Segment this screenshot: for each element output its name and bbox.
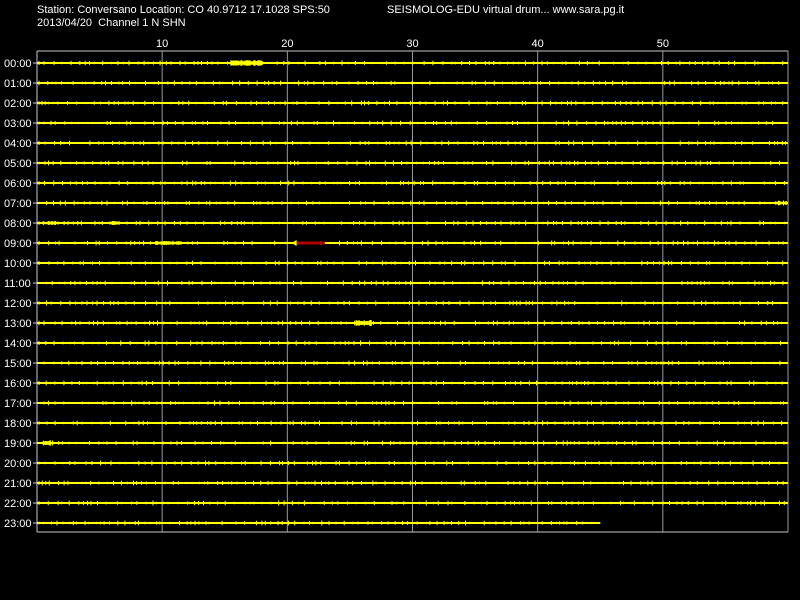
x-tick-label-20: 20 [281, 38, 293, 50]
hour-label-1: 01:00 [4, 78, 32, 90]
hour-label-6: 06:00 [4, 178, 32, 190]
x-tick-label-40: 40 [532, 38, 544, 50]
hour-label-23: 23:00 [4, 518, 32, 530]
hour-label-10: 10:00 [4, 258, 32, 270]
event-burst-9-0 [155, 241, 182, 245]
seismogram-drum: 10 20 30 40 50 00:00 01:00 02:00 03:00 04:00 05:00… [4, 38, 789, 533]
hour-label-14: 14:00 [4, 338, 32, 350]
event-marker-arrow [291, 240, 297, 246]
x-tick-label-30: 30 [406, 38, 418, 50]
event-burst-5-0 [174, 162, 183, 164]
event-burst-19-0 [42, 440, 51, 446]
hour-label-11: 11:00 [4, 278, 31, 290]
hour-label-4: 04:00 [4, 138, 32, 150]
hour-label-2: 02:00 [4, 98, 32, 110]
event-burst-13-0 [355, 320, 372, 326]
hour-label-20: 20:00 [4, 458, 32, 470]
event-burst-7-0 [774, 201, 789, 205]
x-tick-label-10: 10 [156, 38, 168, 50]
hour-label-12: 12:00 [4, 298, 32, 310]
hour-label-17: 17:00 [4, 398, 32, 410]
hour-label-13: 13:00 [4, 318, 32, 330]
hour-label-16: 16:00 [4, 378, 32, 390]
hour-label-18: 18:00 [4, 418, 32, 430]
hour-label-9: 09:00 [4, 238, 32, 250]
hour-label-5: 05:00 [4, 158, 32, 170]
hour-label-3: 03:00 [4, 118, 32, 130]
hour-label-15: 15:00 [4, 358, 32, 370]
hour-label-21: 21:00 [4, 478, 32, 490]
event-burst-0-0 [230, 60, 263, 66]
hour-label-22: 22:00 [4, 498, 32, 510]
hour-label-7: 07:00 [4, 198, 32, 210]
event-burst-8-1 [111, 221, 120, 225]
event-burst-9-1 [205, 242, 210, 244]
x-tick-label-50: 50 [657, 38, 669, 50]
hour-label-19: 19:00 [4, 438, 32, 450]
hour-label-0: 00:00 [4, 58, 32, 70]
hour-label-8: 08:00 [4, 218, 32, 230]
event-burst-8-0 [42, 221, 59, 225]
